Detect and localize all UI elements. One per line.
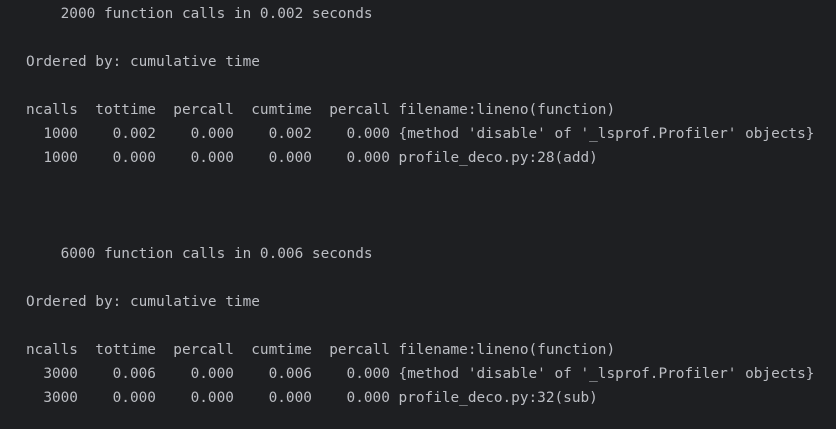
profile-2-table-header: ncalls tottime percall cumtime percall f… <box>0 342 616 358</box>
terminal-output: 2000 function calls in 0.002 seconds Ord… <box>0 0 836 429</box>
table-row: 1000 0.002 0.000 0.002 0.000 {method 'di… <box>0 126 815 142</box>
table-row: 3000 0.006 0.000 0.006 0.000 {method 'di… <box>0 366 815 382</box>
profile-1-ordered-by: Ordered by: cumulative time <box>0 54 260 70</box>
profile-1-table-header: ncalls tottime percall cumtime percall f… <box>0 102 616 118</box>
profile-1-summary: 2000 function calls in 0.002 seconds <box>0 6 373 22</box>
profile-2-ordered-by: Ordered by: cumulative time <box>0 294 260 310</box>
table-row: 3000 0.000 0.000 0.000 0.000 profile_dec… <box>0 390 598 406</box>
table-row: 1000 0.000 0.000 0.000 0.000 profile_dec… <box>0 150 598 166</box>
profile-2-summary: 6000 function calls in 0.006 seconds <box>0 246 373 262</box>
